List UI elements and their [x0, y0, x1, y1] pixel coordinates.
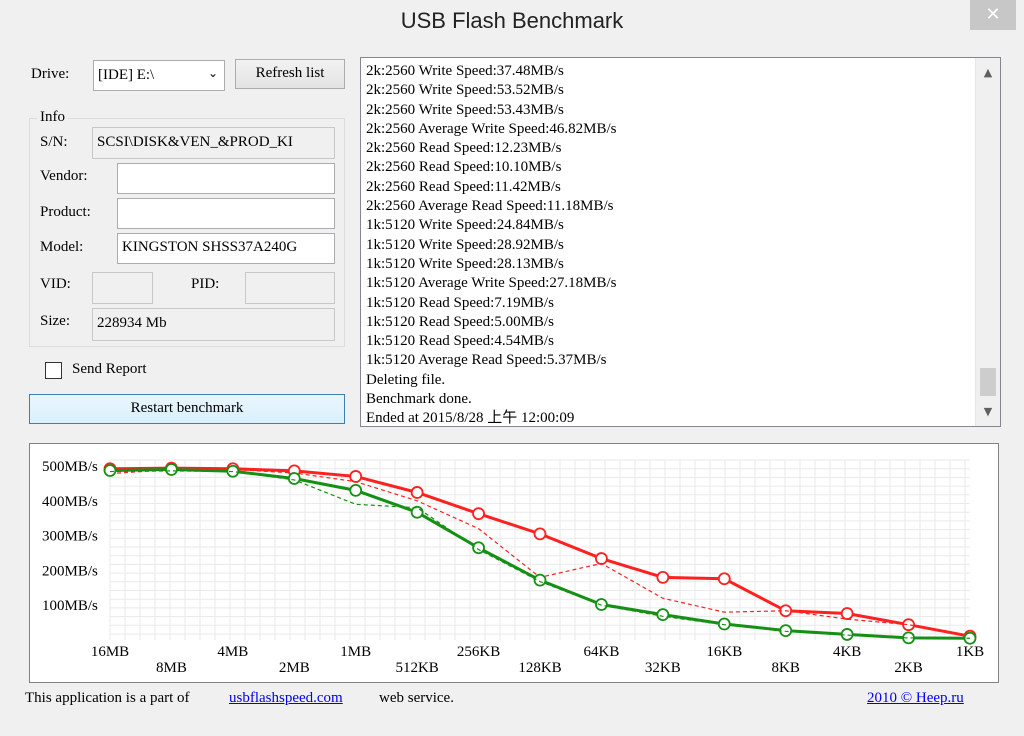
data-point-read-average [840, 607, 854, 620]
restart-benchmark-button[interactable]: Restart benchmark [29, 394, 345, 424]
data-point-write-average [103, 464, 117, 477]
x-tick-label: 2MB [279, 660, 310, 676]
log-line: 2k:2560 Average Write Speed:46.82MB/s [366, 120, 617, 137]
x-tick-label: 16KB [706, 644, 742, 660]
scroll-down-arrow[interactable]: ▼ [976, 405, 1000, 418]
data-point-write-average [963, 631, 977, 645]
log-line: 2k:2560 Average Read Speed:11.18MB/s [366, 198, 614, 215]
close-button[interactable]: ✕ [970, 0, 1016, 30]
data-point-read-average [349, 470, 363, 483]
x-tick-label: 64KB [584, 644, 620, 660]
x-tick-label: 4KB [833, 644, 861, 660]
drive-select[interactable]: [IDE] E:\ ⌄ [93, 60, 225, 91]
data-point-read-average [472, 507, 485, 521]
model-label: Model: [40, 239, 84, 255]
log-line: Ended at 2015/8/28 上午 12:00:09 [366, 410, 575, 427]
product-label: Product: [40, 204, 91, 220]
x-tick-label: 512KB [395, 660, 438, 676]
sn-field[interactable]: SCSI\DISK&VEN_&PROD_KI [92, 127, 335, 159]
data-point-read-average [533, 527, 547, 541]
pid-label: PID: [191, 276, 220, 292]
heep-link[interactable]: 2010 © Heep.ru [867, 690, 964, 707]
window-title: USB Flash Benchmark [400, 8, 624, 33]
y-tick-label: 200MB/s [42, 563, 98, 579]
log-textarea[interactable]: 2k:2560 Write Speed:37.48MB/s 2k:2560 Wri… [360, 57, 1001, 427]
data-point-read-average [410, 486, 424, 499]
drive-label: Drive: [31, 66, 70, 82]
chevron-down-icon: ⌄ [207, 66, 218, 80]
x-tick-label: 4MB [217, 644, 248, 660]
data-point-write-average [717, 617, 731, 631]
chart-frame: 500MB/s 400MB/s 300MB/s 200MB/s 100MB/s 16MB 8… [29, 443, 999, 683]
x-tick-label: 8KB [772, 660, 800, 676]
y-tick-label: 300MB/s [42, 529, 98, 545]
log-line: 1k:5120 Write Speed:28.13MB/s [366, 255, 564, 272]
x-tick-label: 32KB [645, 660, 681, 676]
refresh-list-button[interactable]: Refresh list [235, 59, 345, 89]
log-line: 1k:5120 Read Speed:5.00MB/s [366, 313, 554, 330]
x-tick-label: 16MB [91, 644, 129, 660]
data-point-write-average [410, 505, 424, 519]
size-label: Size: [40, 313, 70, 329]
data-point-write-average [656, 608, 670, 621]
log-line: 1k:5120 Write Speed:24.84MB/s [366, 217, 564, 234]
data-point-write-average [779, 624, 793, 638]
log-line: 1k:5120 Read Speed:4.54MB/s [366, 333, 554, 350]
scroll-thumb[interactable] [980, 368, 996, 396]
vid-label: VID: [40, 276, 71, 292]
drive-select-value: [IDE] E:\ [98, 67, 155, 83]
product-field[interactable] [117, 198, 335, 229]
x-tick-label: 256KB [457, 644, 500, 660]
data-point-read-average [717, 572, 731, 586]
log-line: 1k:5120 Average Read Speed:5.37MB/s [366, 352, 607, 369]
vid-field[interactable] [92, 272, 153, 304]
data-point-read-average [595, 552, 608, 565]
x-tick-label: 2KB [894, 660, 922, 676]
vendor-field[interactable] [117, 163, 335, 194]
model-field[interactable]: KINGSTON SHSS37A240G [117, 233, 335, 264]
y-tick-label: 400MB/s [42, 494, 98, 510]
log-line: Benchmark done. [366, 391, 472, 408]
log-line: 2k:2560 Read Speed:10.10MB/s [366, 159, 562, 176]
log-line: Deleting file. [366, 371, 446, 388]
send-report-label[interactable]: Send Report [72, 361, 147, 378]
usbflashspeed-link[interactable]: usbflashspeed.com [229, 690, 343, 707]
scroll-up-arrow[interactable]: ▲ [976, 66, 1000, 79]
series-line-read-average [109, 466, 971, 638]
data-point-write-average [472, 541, 485, 555]
footer-text: This application is a part of [25, 690, 190, 706]
log-line: 2k:2560 Write Speed:53.52MB/s [366, 82, 564, 99]
log-line: 1k:5120 Read Speed:7.19MB/s [366, 294, 554, 311]
sn-label: S/N: [40, 134, 68, 150]
x-tick-label: 1MB [340, 644, 371, 660]
send-report-checkbox[interactable] [45, 362, 62, 379]
log-line: 2k:2560 Read Speed:12.23MB/s [366, 140, 562, 157]
log-scrollbar[interactable]: ▲ ▼ [975, 58, 1000, 426]
log-line: 2k:2560 Write Speed:53.43MB/s [366, 101, 564, 118]
y-tick-label: 100MB/s [42, 598, 98, 614]
title-bar: USB Flash Benchmark ✕ [0, 0, 1024, 44]
data-point-write-average [349, 483, 363, 497]
x-tick-label: 128KB [518, 660, 561, 676]
log-line: 2k:2560 Read Speed:11.42MB/s [366, 178, 561, 195]
data-point-write-average [595, 598, 608, 611]
info-group-label: Info [37, 109, 68, 126]
x-tick-label: 1KB [956, 644, 984, 660]
y-tick-label: 500MB/s [42, 459, 98, 475]
speed-chart: 500MB/s 400MB/s 300MB/s 200MB/s 100MB/s 16MB 8… [42, 459, 984, 676]
vendor-label: Vendor: [40, 168, 88, 184]
data-point-read-average [656, 570, 670, 584]
x-tick-label: 8MB [156, 660, 187, 676]
log-line: 1k:5120 Write Speed:28.92MB/s [366, 236, 564, 253]
log-line: 1k:5120 Average Write Speed:27.18MB/s [366, 275, 617, 292]
size-field[interactable]: 228934 Mb [92, 308, 335, 341]
footer-text-after: web service. [379, 690, 454, 706]
log-line: 2k:2560 Write Speed:37.48MB/s [366, 63, 564, 79]
data-point-write-average [165, 463, 178, 476]
data-point-write-average [287, 472, 301, 485]
log-lines: 2k:2560 Write Speed:37.48MB/s 2k:2560 Wri… [366, 62, 970, 427]
pid-field[interactable] [245, 272, 335, 304]
